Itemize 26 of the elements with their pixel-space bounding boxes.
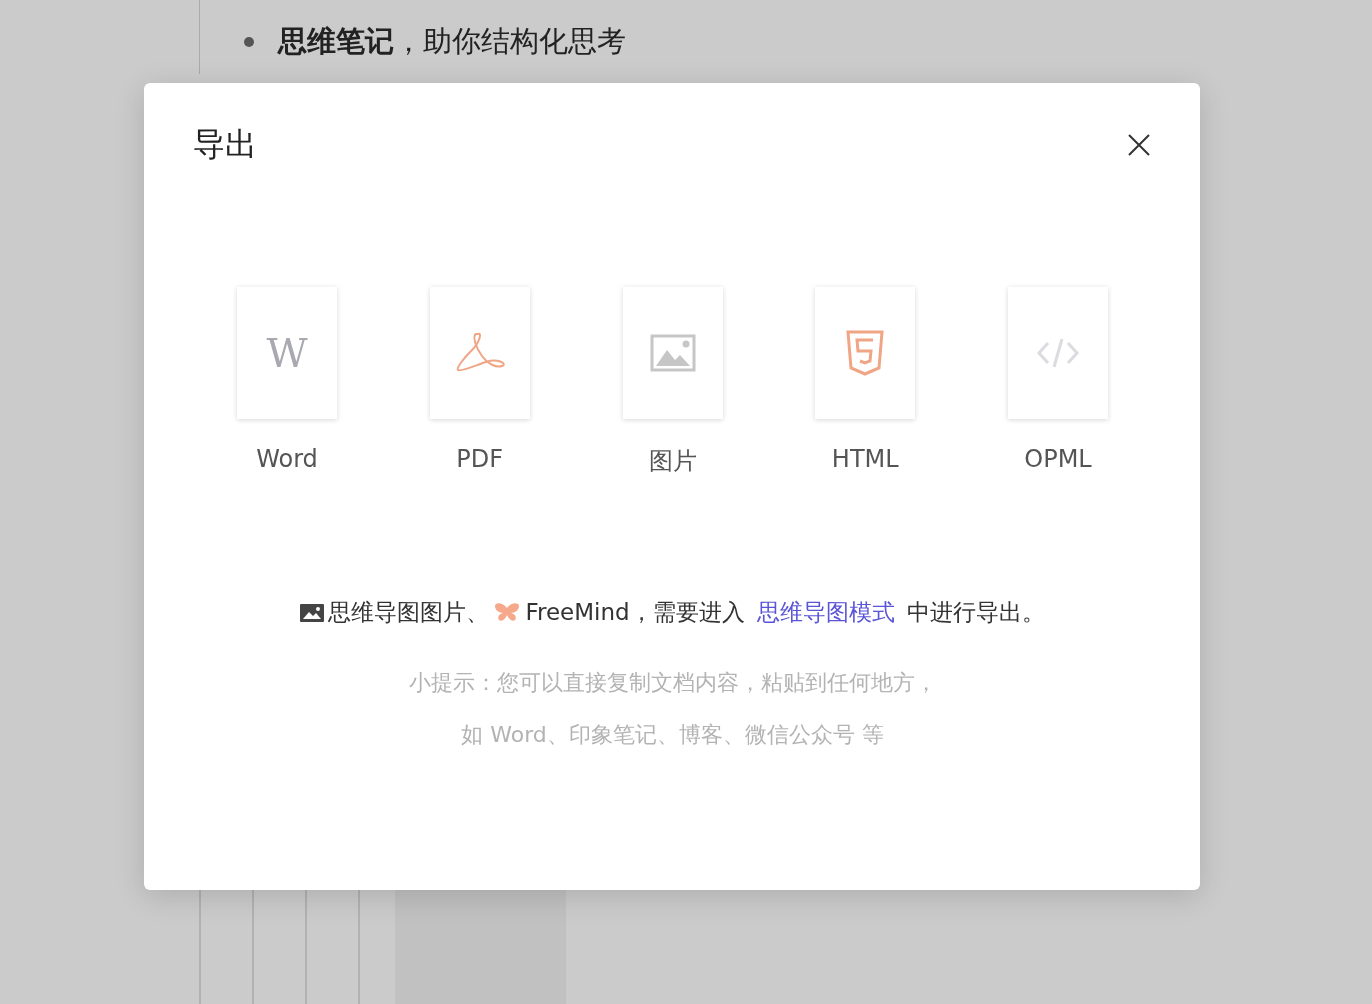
image-icon <box>300 603 325 622</box>
image-icon <box>649 334 696 372</box>
export-format-card[interactable] <box>622 287 723 419</box>
format-label: 图片 <box>648 446 697 477</box>
note-text: 思维导图图片、 <box>328 598 490 627</box>
export-format-card[interactable] <box>1008 287 1108 419</box>
html5-icon <box>845 330 886 376</box>
note-text: 中进行导出。 <box>906 598 1045 627</box>
format-label: HTML <box>831 445 899 473</box>
word-icon: W <box>266 330 308 376</box>
code-icon <box>1036 337 1080 369</box>
format-label: Word <box>256 445 318 473</box>
format-label: PDF <box>456 445 504 473</box>
bullet-item-text: 思维笔记，助你结构化思考 <box>278 23 626 60</box>
mindmap-mode-link[interactable]: 思维导图模式 <box>756 597 895 628</box>
bullet-icon <box>244 37 254 47</box>
format-label: OPML <box>1024 445 1092 473</box>
dialog-title: 导出 <box>193 124 257 165</box>
tip-text: 如 Word、印象笔记、博客、微信公众号 等 <box>461 721 884 749</box>
tip-text: 小提示：您可以直接复制文档内容，粘贴到任何地方， <box>408 669 937 697</box>
close-icon <box>1128 134 1150 156</box>
note-text: FreeMind，需要进入 <box>525 598 745 627</box>
close-button[interactable] <box>1128 134 1150 156</box>
export-format-card[interactable] <box>429 287 530 419</box>
export-format-card[interactable] <box>815 287 916 419</box>
butterfly-icon <box>493 601 522 624</box>
